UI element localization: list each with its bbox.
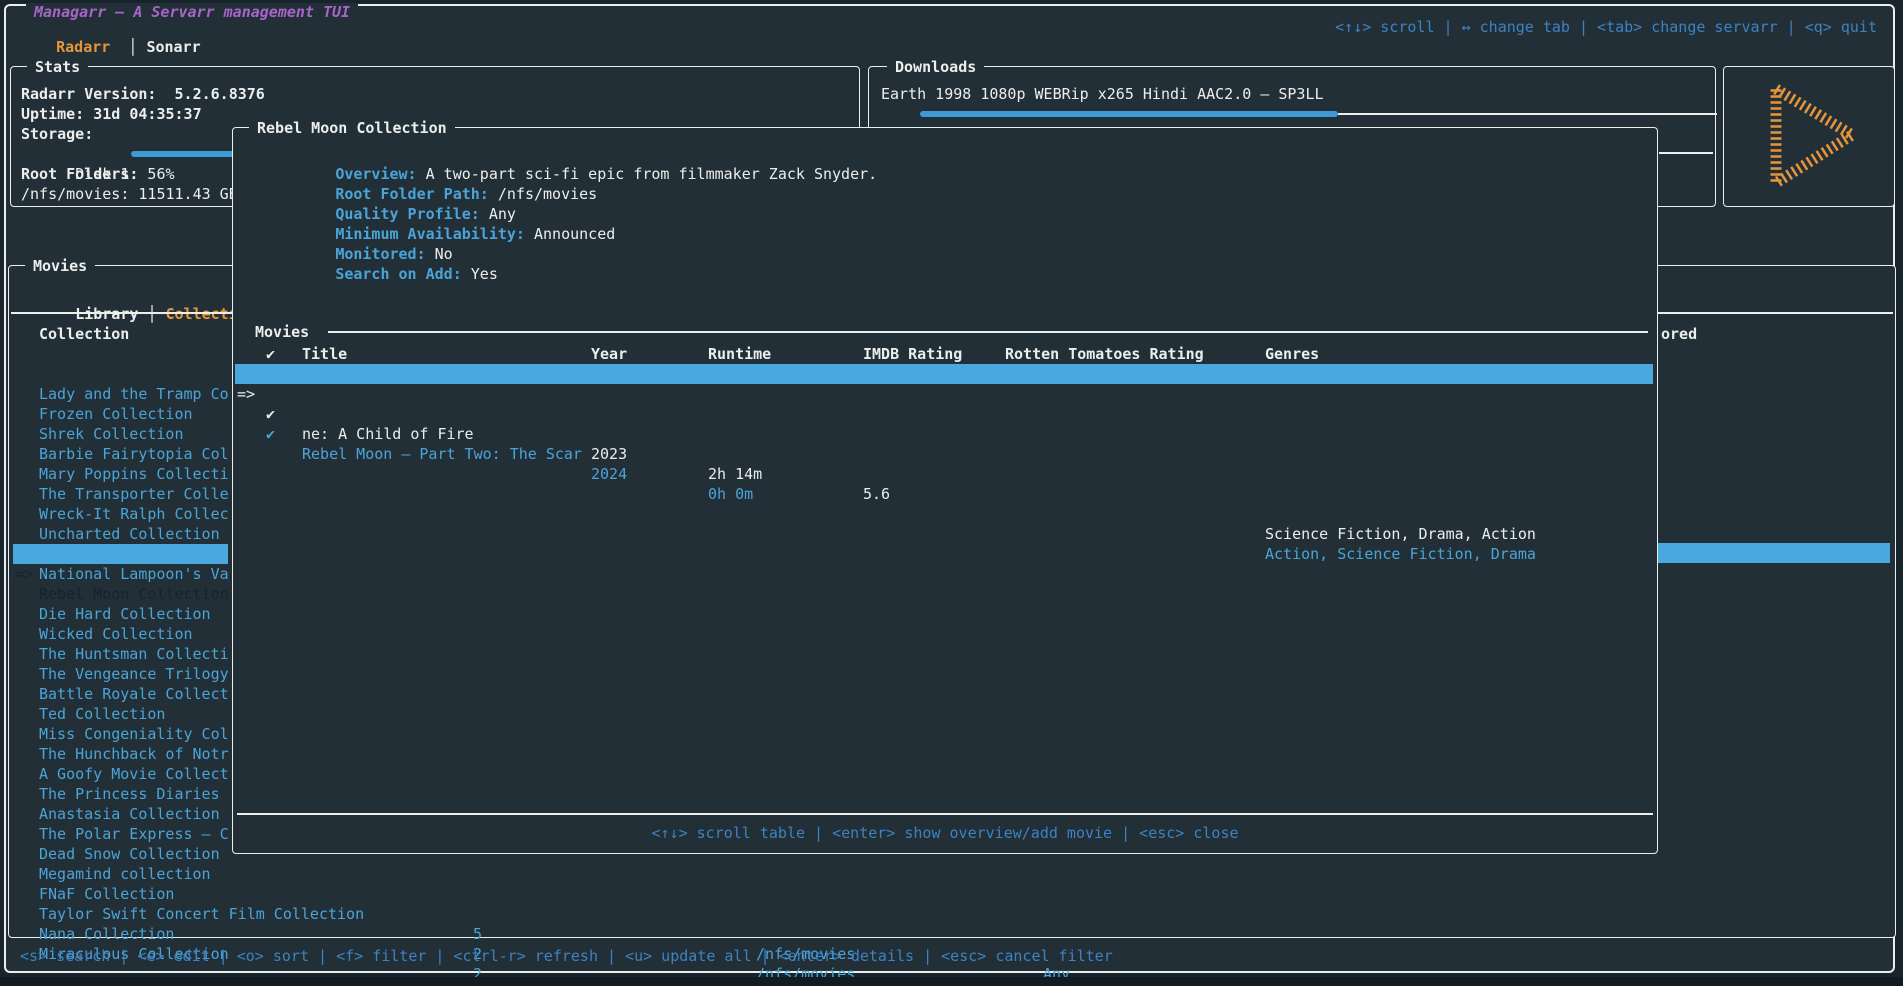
tab-radarr[interactable]: Radarr (56, 38, 110, 56)
modal-fields: Overview: A two-part sci-fi epic from fi… (245, 144, 877, 264)
header-monitored-check: ✔ (266, 344, 275, 364)
footer-keybind-hints: <s> search | <e> edit | <o> sort | <f> f… (20, 946, 1113, 966)
modal-field-value: /nfs/movies (489, 185, 597, 203)
movie-runtime: 2h 14m (708, 464, 762, 484)
tab-divider (110, 38, 128, 56)
movie-row[interactable]: => ✔ ne: A Child of Fire 2023 2h 14m 5.6… (233, 364, 1657, 384)
movie-year: 2024 (591, 464, 627, 484)
monitored-check-icon: ✔ (266, 424, 275, 444)
managarr-play-logo-icon (1742, 73, 1878, 201)
header-year[interactable]: Year (591, 344, 627, 364)
header-imdb-rating[interactable]: IMDB Rating (863, 344, 962, 364)
movie-title: Rebel Moon – Part Two: The Scar (302, 444, 582, 464)
tab-library[interactable]: Library (75, 305, 138, 323)
selected-collection-row-highlight-right (1658, 543, 1890, 563)
modal-movies-table-header: ✔ Title Year Runtime IMDB Rating Rotten … (233, 344, 1657, 364)
download2-progress-bar-remnant (1659, 152, 1713, 154)
collection-row[interactable]: Nana Collection 2 /nfs/movies Any Yes (13, 884, 1893, 904)
modal-movies-table-body: => ✔ ne: A Child of Fire 2023 2h 14m 5.6… (233, 364, 1657, 404)
managarr-tui-screen: Managarr – A Servarr management TUI Rada… (0, 0, 1903, 986)
servarr-tab-bar: Radarr │ Sonarr (20, 17, 201, 37)
modal-field-label: Monitored: (335, 245, 425, 263)
movie-year: 2023 (591, 444, 627, 464)
download-progress-bar-rest (1338, 113, 1717, 115)
collection-details-modal: Rebel Moon Collection Overview: A two-pa… (232, 127, 1658, 854)
collection-row[interactable]: Miraculous Collection 2 /nfs/movies Any … (13, 904, 1893, 924)
tab-sonarr[interactable]: Sonarr (146, 38, 200, 56)
collections-table-header-collection: Collection (39, 324, 129, 344)
movies-panel-title: Movies (25, 256, 95, 276)
header-runtime[interactable]: Runtime (708, 344, 771, 364)
collection-movie-count: 5 (473, 924, 482, 944)
movie-row[interactable]: ✔ Rebel Moon – Part Two: The Scar 2024 0… (233, 384, 1657, 404)
modal-keybind-hints: <↑↓> scroll table | <enter> show overvie… (233, 823, 1657, 843)
uptime: Uptime: 31d 04:35:37 (21, 104, 202, 124)
global-keybind-hints: <↑↓> scroll | ↔ change tab | <tab> chang… (1335, 17, 1877, 37)
radarr-version-label: Radarr Version: (21, 85, 156, 103)
modal-field-value: No (426, 245, 453, 263)
modal-field-label: Quality Profile: (335, 205, 480, 223)
modal-field-label: Search on Add: (335, 265, 461, 283)
modal-field-value: Any (480, 205, 516, 223)
collection-row[interactable]: Taylor Swift Concert Film Collection 5 /… (13, 864, 1893, 884)
movie-imdb-rating: 5.6 (863, 484, 890, 504)
modal-field-label: Root Folder Path: (335, 185, 489, 203)
modal-field-value: Announced (525, 225, 615, 243)
modal-field-value: Yes (462, 265, 498, 283)
modal-movies-section-rule (328, 331, 1648, 333)
terminal-artifact-strip (0, 977, 1903, 986)
tab-gap2 (156, 305, 165, 323)
movie-genres: Action, Science Fiction, Drama (1265, 544, 1536, 564)
download-progress-row: 52% (881, 104, 962, 124)
radarr-version-value: 5.2.6.8376 (156, 85, 264, 103)
download-item-title: Earth 1998 1080p WEBRip x265 Hindi AAC2.… (881, 84, 1324, 104)
storage-label: Storage: (21, 124, 93, 144)
header-title[interactable]: Title (302, 344, 347, 364)
downloads-panel-title: Downloads (887, 57, 984, 77)
disk-usage-row: Disk 1: 56% (21, 144, 175, 164)
modal-movies-section-title: Movies (255, 322, 309, 342)
movie-genres: Science Fiction, Drama, Action (1265, 524, 1536, 544)
header-genres[interactable]: Genres (1265, 344, 1319, 364)
download-progress-bar-fill (920, 111, 1338, 117)
modal-field-label: Minimum Availability: (335, 225, 525, 243)
modal-field-value: A two-part sci-fi epic from filmmaker Za… (417, 165, 878, 183)
header-rotten-tomatoes-rating[interactable]: Rotten Tomatoes Rating (1005, 344, 1204, 364)
movie-runtime: 0h 0m (708, 484, 753, 504)
collections-table-header-monitored-clipped: ored (1661, 324, 1697, 344)
modal-field-row: Overview: A two-part sci-fi epic from fi… (245, 144, 877, 164)
radarr-version: Radarr Version: 5.2.6.8376 (21, 84, 265, 104)
modal-field-label: Overview: (335, 165, 416, 183)
disk-usage-bar (131, 151, 241, 157)
modal-footer-rule (237, 813, 1653, 815)
modal-title: Rebel Moon Collection (249, 118, 455, 138)
logo-panel (1723, 66, 1895, 207)
root-folder-size: /nfs/movies: 11511.43 GB (21, 184, 238, 204)
root-folders-label: Root Folders: (21, 164, 138, 184)
movie-title: ne: A Child of Fire (302, 424, 474, 444)
